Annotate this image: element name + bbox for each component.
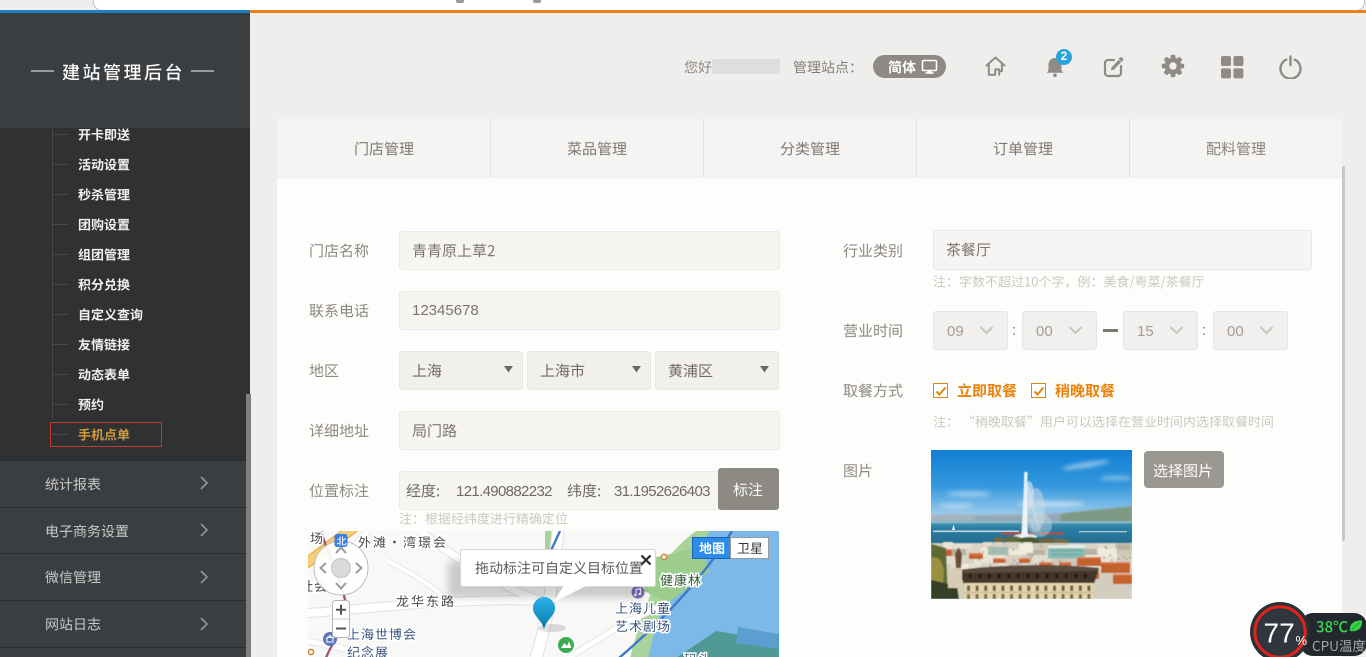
svg-text:%: % [1296, 633, 1308, 648]
svg-text:77: 77 [1264, 618, 1295, 649]
